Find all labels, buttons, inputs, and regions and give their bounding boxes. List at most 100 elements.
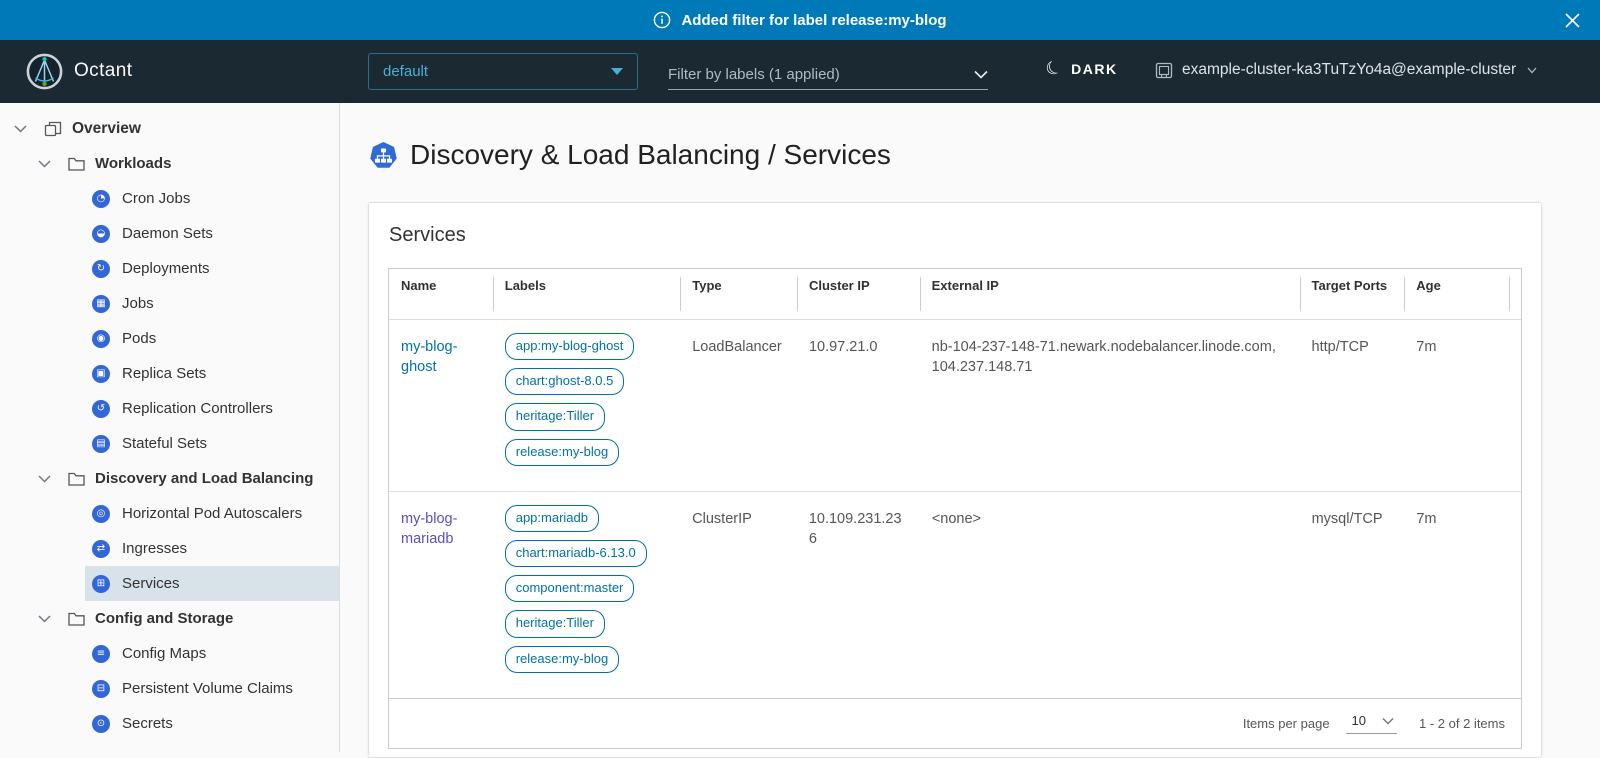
chevron-down-icon bbox=[1527, 61, 1537, 79]
sidebar-item-label: Workloads bbox=[95, 155, 171, 172]
table-row-my-blog-ghost: my-blog-ghost app:my-blog-ghost chart:ghos… bbox=[389, 319, 1521, 491]
chevron-down-icon[interactable] bbox=[36, 475, 52, 483]
cell-age: 7m bbox=[1404, 320, 1509, 491]
cell-name: my-blog-ghost bbox=[389, 320, 493, 491]
namespace-dropdown[interactable]: default bbox=[368, 53, 638, 90]
info-circle-icon bbox=[653, 11, 671, 29]
sidebar-item-workloads[interactable]: Workloads bbox=[0, 146, 339, 181]
cell-target-ports: http/TCP bbox=[1300, 320, 1405, 491]
sidebar-item-secrets[interactable]: ⊙Secrets bbox=[0, 706, 339, 741]
cell-cluster-ip: 10.97.21.0 bbox=[797, 320, 920, 491]
sidebar-item-persistent-volume-claims[interactable]: ⊟Persistent Volume Claims bbox=[0, 671, 339, 706]
sidebar-item-horizontal-pod-autoscalers[interactable]: ◎ Horizontal Pod Autoscalers bbox=[0, 496, 339, 531]
sidebar-item-label: Config Maps bbox=[122, 645, 206, 662]
sidebar-item-label: Cron Jobs bbox=[122, 190, 190, 207]
horizontal-pod-autoscalers-icon: ◎ bbox=[92, 505, 110, 523]
sidebar-item-deployments[interactable]: ↻Deployments bbox=[0, 251, 339, 286]
table-header-row: NameLabelsTypeCluster IPExternal IPTarge… bbox=[389, 269, 1521, 319]
card-title: Services bbox=[369, 203, 1541, 247]
sidebar-item-label: Config and Storage bbox=[95, 610, 233, 627]
label-pill-component-master[interactable]: component:master bbox=[505, 575, 635, 602]
cell-target-ports: mysql/TCP bbox=[1300, 492, 1405, 698]
label-filter-text: Filter by labels (1 applied) bbox=[668, 66, 840, 83]
cell-cluster-ip: 10.109.231.236 bbox=[797, 492, 920, 698]
label-filter-dropdown[interactable]: Filter by labels (1 applied) bbox=[668, 60, 988, 90]
sidebar-item-daemon-sets[interactable]: ◒ Daemon Sets bbox=[0, 216, 339, 251]
sidebar-item-label: Replication Controllers bbox=[122, 400, 273, 417]
column-header-filler bbox=[1509, 269, 1521, 319]
label-pill-heritage-tiller[interactable]: heritage:Tiller bbox=[505, 610, 605, 637]
sidebar-item-stateful-sets[interactable]: ▤Stateful Sets bbox=[0, 426, 339, 461]
deployments-icon: ↻ bbox=[92, 260, 110, 278]
sidebar-item-config-and-storage[interactable]: Config and Storage bbox=[0, 601, 339, 636]
column-header-cluster-ip: Cluster IP bbox=[797, 269, 920, 319]
label-pill-chart-mariadb-6-13-0[interactable]: chart:mariadb-6.13.0 bbox=[505, 540, 647, 567]
page-size-select[interactable]: 10 bbox=[1346, 713, 1397, 734]
cell-external-ip: nb-104-237-148-71.newark.nodebalancer.li… bbox=[920, 320, 1300, 491]
cell-filler bbox=[1509, 492, 1521, 698]
sidebar-item-label: Overview bbox=[72, 120, 141, 138]
service-link-my-blog-ghost[interactable]: my-blog-ghost bbox=[401, 339, 457, 375]
service-link-my-blog-mariadb[interactable]: my-blog-mariadb bbox=[401, 511, 457, 547]
label-pill-app-mariadb[interactable]: app:mariadb bbox=[505, 505, 599, 532]
sidebar-item-label: Stateful Sets bbox=[122, 435, 207, 452]
jobs-icon: ▦ bbox=[92, 295, 110, 313]
sidebar-item-label: Replica Sets bbox=[122, 365, 206, 382]
sidebar-item-replica-sets[interactable]: ▣Replica Sets bbox=[0, 356, 339, 391]
column-header-name: Name bbox=[389, 269, 493, 319]
close-icon[interactable] bbox=[1560, 8, 1584, 32]
label-pill-chart-ghost-8-0-5[interactable]: chart:ghost-8.0.5 bbox=[505, 368, 625, 395]
sidebar-item-label: Daemon Sets bbox=[122, 225, 213, 242]
cell-filler bbox=[1509, 320, 1521, 491]
config-maps-icon: ≡ bbox=[92, 645, 110, 663]
cell-name: my-blog-mariadb bbox=[389, 492, 493, 698]
sidebar-item-label: Services bbox=[122, 575, 180, 592]
theme-toggle[interactable]: ☾ DARK bbox=[1046, 60, 1118, 78]
sidebar-item-overview[interactable]: Overview bbox=[0, 111, 339, 146]
label-pill-heritage-tiller[interactable]: heritage:Tiller bbox=[505, 403, 605, 430]
objects-icon bbox=[44, 121, 62, 137]
service-heptagon-icon bbox=[368, 140, 399, 171]
cell-labels: app:mariadb chart:mariadb-6.13.0 component… bbox=[493, 492, 680, 698]
sidebar-item-label: Ingresses bbox=[122, 540, 187, 557]
services-icon: ⊞ bbox=[92, 575, 110, 593]
sidebar-item-discovery-and-load-balancing[interactable]: Discovery and Load Balancing bbox=[0, 461, 339, 496]
caret-down-icon bbox=[611, 68, 623, 75]
replication-controllers-icon: ↺ bbox=[92, 400, 110, 418]
label-pill-release-my-blog[interactable]: release:my-blog bbox=[505, 646, 620, 673]
table-row-my-blog-mariadb: my-blog-mariadb app:mariadb chart:mariadb-… bbox=[389, 491, 1521, 698]
sidebar-item-services[interactable]: ⊞ Services bbox=[0, 566, 339, 601]
label-pill-release-my-blog[interactable]: release:my-blog bbox=[505, 439, 620, 466]
column-header-type: Type bbox=[680, 269, 797, 319]
chevron-down-icon[interactable] bbox=[36, 160, 52, 168]
cell-type: ClusterIP bbox=[680, 492, 797, 698]
moon-icon: ☾ bbox=[1043, 57, 1065, 80]
daemon-sets-icon: ◒ bbox=[92, 225, 110, 243]
chevron-down-icon[interactable] bbox=[36, 615, 52, 623]
sidebar-item-label: Pods bbox=[122, 330, 156, 347]
table-footer: Items per page 10 1 - 2 of 2 items bbox=[389, 698, 1521, 748]
cluster-context-value: example-cluster-ka3TuTzYo4a@example-clus… bbox=[1182, 61, 1516, 79]
info-banner: Added filter for label release:my-blog bbox=[0, 0, 1600, 40]
sidebar-item-ingresses[interactable]: ⇄Ingresses bbox=[0, 531, 339, 566]
label-pill-app-my-blog-ghost[interactable]: app:my-blog-ghost bbox=[505, 333, 635, 360]
sidebar-item-label: Secrets bbox=[122, 715, 173, 732]
banner-message: Added filter for label release:my-blog bbox=[681, 12, 946, 29]
app-header: Octant default Filter by labels (1 appli… bbox=[0, 40, 1600, 103]
cron-jobs-icon: ◔ bbox=[92, 190, 110, 208]
namespace-selected-value: default bbox=[383, 63, 428, 80]
chevron-down-icon[interactable] bbox=[12, 125, 28, 133]
cluster-context-dropdown[interactable]: example-cluster-ka3TuTzYo4a@example-clus… bbox=[1155, 61, 1537, 79]
sidebar-item-pods[interactable]: ◉Pods bbox=[0, 321, 339, 356]
sidebar-item-label: Discovery and Load Balancing bbox=[95, 470, 313, 487]
sidebar-item-label: Jobs bbox=[122, 295, 154, 312]
services-table: NameLabelsTypeCluster IPExternal IPTarge… bbox=[388, 268, 1522, 749]
column-header-labels: Labels bbox=[493, 269, 680, 319]
sidebar-item-config-maps[interactable]: ≡ Config Maps bbox=[0, 636, 339, 671]
page-title: Discovery & Load Balancing / Services bbox=[410, 139, 891, 171]
sidebar-item-cron-jobs[interactable]: ◔ Cron Jobs bbox=[0, 181, 339, 216]
sidebar-item-jobs[interactable]: ▦ Jobs bbox=[0, 286, 339, 321]
sidebar-item-replication-controllers[interactable]: ↺ Replication Controllers bbox=[0, 391, 339, 426]
sidebar-item-label: Horizontal Pod Autoscalers bbox=[122, 505, 302, 522]
page-size-value: 10 bbox=[1352, 713, 1366, 728]
